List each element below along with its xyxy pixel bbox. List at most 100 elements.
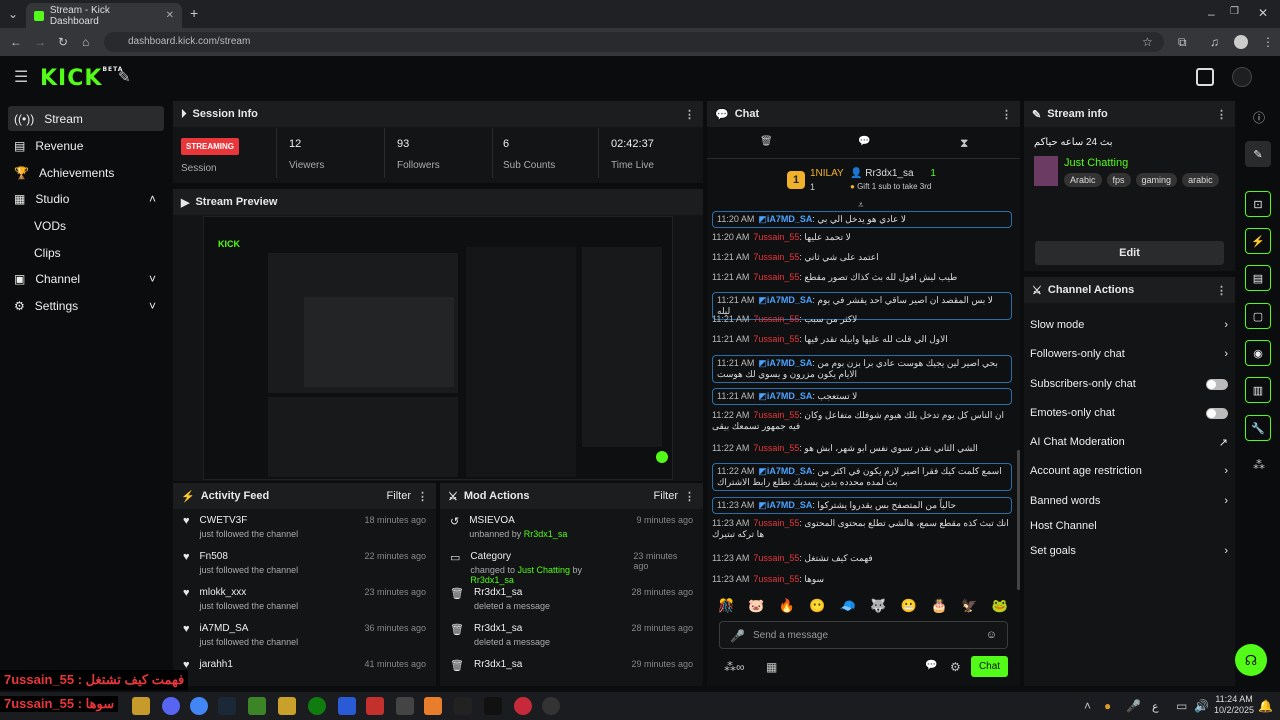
- mod-filter-button[interactable]: Filter: [654, 490, 678, 502]
- hamburger-menu-icon[interactable]: ☰: [14, 70, 28, 86]
- chat-message[interactable]: 11:23 AM 7ussain_55: سوها: [712, 574, 1012, 585]
- trash-icon[interactable]: 🗑: [760, 137, 773, 147]
- sidebar-item-settings[interactable]: ⚙ Settings ˅: [8, 293, 164, 318]
- pencil-icon[interactable]: ✎: [1245, 141, 1271, 167]
- taskbar-app-icon[interactable]: [278, 697, 296, 715]
- layout-icon[interactable]: ▥: [1245, 377, 1271, 403]
- sidebar-item-stream[interactable]: ((•)) Stream: [8, 106, 164, 131]
- emote-bar[interactable]: 🎊 🐷 🔥 😶 🧢 🐺 😬 🎂 🦅 🐸: [718, 598, 1008, 616]
- browser-tab[interactable]: Stream - Kick Dashboard ✕: [26, 3, 182, 28]
- new-tab-icon[interactable]: +: [190, 6, 198, 20]
- chat-message[interactable]: 11:21 AM 7ussain_55: اعتمد على شي ثاني: [712, 252, 1012, 263]
- followers-only-row[interactable]: Followers-only chat ›: [1030, 340, 1228, 368]
- studio-view-icon[interactable]: [1196, 68, 1214, 86]
- notifications-icon[interactable]: 🔔: [1258, 700, 1273, 712]
- home-icon[interactable]: ⌂: [82, 36, 89, 48]
- taskbar-app-icon[interactable]: [366, 697, 384, 715]
- hourglass-icon[interactable]: ⧗: [960, 137, 968, 149]
- sidebar-item-studio[interactable]: ▦ Studio ˄: [8, 186, 164, 211]
- activity-filter-button[interactable]: Filter: [387, 490, 411, 502]
- sidebar-item-vods[interactable]: VODs: [34, 219, 66, 233]
- chat-username[interactable]: 7ussain_55: [753, 232, 799, 242]
- gift-sub-prompt[interactable]: ● Gift 1 sub to take 3rd: [850, 182, 931, 191]
- microphone-icon[interactable]: 🎤: [1126, 700, 1141, 712]
- clock[interactable]: 11:24 AM 10/2/2025: [1214, 694, 1254, 716]
- sidebar-item-clips[interactable]: Clips: [34, 246, 61, 260]
- chat-username[interactable]: 7ussain_55: [753, 272, 799, 282]
- stream-preview-video[interactable]: KICK: [203, 216, 673, 480]
- chat-settings-bubble-icon[interactable]: 💬: [925, 661, 937, 671]
- emotes-only-toggle[interactable]: [1206, 407, 1228, 419]
- lightning-icon[interactable]: ⚡: [1245, 228, 1271, 254]
- forward-icon[interactable]: →: [34, 36, 46, 48]
- more-options-icon[interactable]: ⋮: [1001, 108, 1012, 121]
- sidebar-item-revenue[interactable]: ▤ Revenue: [8, 133, 164, 158]
- chat-message[interactable]: 11:23 AM ◩iA7MD_SA: حالياً من المتصفح بس …: [712, 497, 1012, 514]
- wrench-icon[interactable]: 🔧: [1245, 415, 1271, 441]
- chat-username[interactable]: iA7MD_SA: [767, 295, 813, 305]
- taskbar-app-icon[interactable]: [484, 697, 502, 715]
- kick-logo[interactable]: KICKBETA: [40, 66, 123, 91]
- obs-icon[interactable]: [542, 697, 560, 715]
- window-close-icon[interactable]: ✕: [1258, 7, 1268, 19]
- edit-stream-info-button[interactable]: Edit: [1035, 241, 1224, 265]
- leader-user-1[interactable]: 1NILAY: [810, 168, 844, 179]
- steam-icon[interactable]: [218, 697, 236, 715]
- bookmark-star-icon[interactable]: ☆: [1142, 36, 1153, 48]
- taskbar-app-icon[interactable]: [514, 697, 532, 715]
- taskbar-app-icon[interactable]: [396, 697, 414, 715]
- notes-icon[interactable]: ▤: [1245, 265, 1271, 291]
- ai-moderation-row[interactable]: AI Chat Moderation ↗: [1030, 428, 1228, 456]
- minimize-icon[interactable]: –: [1208, 8, 1215, 20]
- sidebar-item-channel[interactable]: ▣ Channel ˅: [8, 266, 164, 291]
- account-age-row[interactable]: Account age restriction ›: [1030, 457, 1228, 485]
- chat-username[interactable]: 7ussain_55: [753, 443, 799, 453]
- chat-message[interactable]: 11:21 AM 7ussain_55: الاول الي قلت لله عل…: [712, 334, 1012, 345]
- chat-message[interactable]: 11:23 AM 7ussain_55: فهمت كيف تشتغل: [712, 553, 1012, 564]
- emotes-only-row[interactable]: Emotes-only chat: [1030, 399, 1228, 427]
- info-icon[interactable]: ⓘ: [1253, 112, 1265, 124]
- chat-message[interactable]: 11:21 AM ◩iA7MD_SA: لا تستعجب: [712, 388, 1012, 405]
- back-icon[interactable]: ←: [10, 36, 22, 48]
- more-options-icon[interactable]: ⋮: [1216, 108, 1227, 121]
- chat-username[interactable]: iA7MD_SA: [767, 214, 813, 224]
- chat-message[interactable]: 11:22 AM ◩iA7MD_SA: اسمع كلمت كيك فقرا اص…: [712, 463, 1012, 491]
- chat-bubble-icon[interactable]: ▢: [1245, 303, 1271, 329]
- set-goals-row[interactable]: Set goals ›: [1030, 537, 1228, 565]
- more-options-icon[interactable]: ⋮: [1216, 284, 1227, 297]
- restore-icon[interactable]: ❐: [1230, 7, 1239, 17]
- chat-message[interactable]: 11:20 AM ◩iA7MD_SA: لا عادي هو يدخل الي ب…: [712, 211, 1012, 228]
- chat-message[interactable]: 11:22 AM 7ussain_55: الشي الثاني تقدر تسو…: [712, 443, 1012, 454]
- extensions-icon[interactable]: ⧉: [1178, 36, 1187, 48]
- chat-message[interactable]: 11:21 AM 7ussain_55: لاكثر من سبب: [712, 314, 1012, 325]
- slow-mode-row[interactable]: Slow mode ›: [1030, 311, 1228, 339]
- chat-username[interactable]: 7ussain_55: [753, 252, 799, 262]
- sidebar-item-achievements[interactable]: 🏆 Achievements: [8, 160, 164, 185]
- microphone-icon[interactable]: 🎤: [730, 629, 745, 643]
- broadcast-icon[interactable]: ◉: [1245, 340, 1271, 366]
- category-name[interactable]: Just Chatting: [1064, 157, 1128, 169]
- minecraft-icon[interactable]: [248, 697, 266, 715]
- banned-words-row[interactable]: Banned words ›: [1030, 487, 1228, 515]
- target-icon[interactable]: ⊡: [1245, 191, 1271, 217]
- volume-icon[interactable]: 🔊: [1194, 700, 1209, 712]
- chat-username[interactable]: iA7MD_SA: [767, 500, 813, 510]
- gear-icon[interactable]: ⚙: [950, 661, 961, 673]
- chat-username[interactable]: 7ussain_55: [753, 553, 799, 563]
- emoji-icon[interactable]: ☺: [986, 629, 997, 641]
- chat-message[interactable]: 11:20 AM 7ussain_55: لا تحمد عليها: [712, 232, 1012, 243]
- language-indicator[interactable]: ع: [1152, 700, 1159, 713]
- chat-message[interactable]: 11:23 AM 7ussain_55: انك تبث كذه مقطع سمع…: [712, 518, 1012, 540]
- chat-scrollbar[interactable]: [1017, 450, 1020, 590]
- tab-list-icon[interactable]: ⌄: [8, 8, 18, 20]
- chat-username[interactable]: iA7MD_SA: [767, 391, 813, 401]
- collapse-icon[interactable]: ⩡: [858, 201, 864, 211]
- media-icon[interactable]: ♫: [1210, 36, 1219, 48]
- tray-app-icon[interactable]: ●: [1104, 700, 1111, 712]
- profile-avatar[interactable]: [1234, 35, 1248, 49]
- subscribers-only-toggle[interactable]: [1206, 378, 1228, 390]
- more-options-icon[interactable]: ⋮: [684, 490, 695, 503]
- chat-username[interactable]: 7ussain_55: [753, 334, 799, 344]
- close-tab-icon[interactable]: ✕: [166, 10, 174, 21]
- user-avatar[interactable]: [1232, 67, 1252, 87]
